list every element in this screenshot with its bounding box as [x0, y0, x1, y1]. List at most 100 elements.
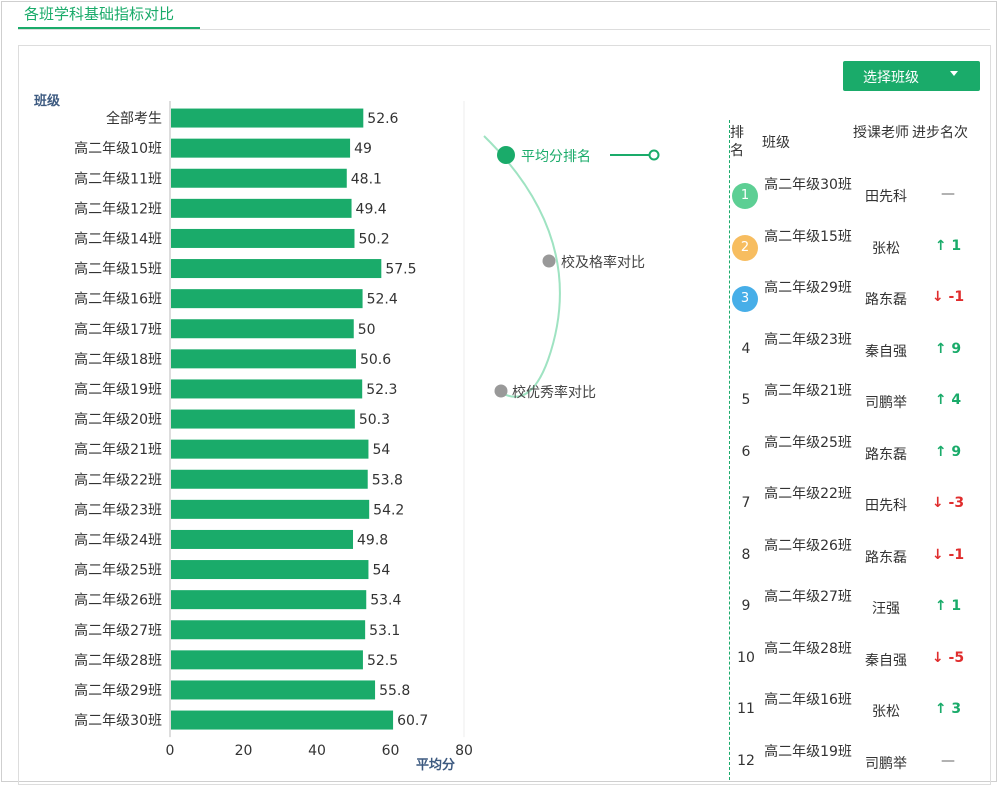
rank-number: 12 — [737, 752, 755, 769]
bar — [171, 168, 347, 188]
data-label: 54.2 — [373, 502, 404, 518]
progress-value: ↓ -1 — [918, 289, 978, 305]
teacher-name: 路东磊 — [865, 446, 907, 463]
y-tick-label: 高二年级20班 — [74, 411, 162, 428]
rank-medal: 1 — [732, 183, 758, 209]
bar — [171, 439, 369, 459]
data-label: 52.4 — [367, 292, 398, 308]
table-row[interactable]: 3 高二年级29班 路东磊 ↓ -1 — [728, 273, 990, 325]
teacher-name: 张松 — [872, 240, 900, 257]
y-tick-label: 高二年级22班 — [74, 471, 162, 488]
arrow-up-icon: ↑ — [934, 340, 952, 357]
table-row[interactable]: 1 高二年级30班 田先科 — — [728, 170, 990, 222]
arrow-down-icon: ↓ — [931, 495, 949, 511]
class-name: 高二年级29班 — [764, 280, 852, 296]
progress-value: ↓ -3 — [918, 495, 978, 511]
timeline-item-excellent-rate[interactable]: 校优秀率对比 — [512, 382, 596, 402]
rank-number: 9 — [741, 598, 751, 614]
data-label: 48.1 — [351, 171, 382, 187]
y-tick-label: 高二年级28班 — [74, 652, 162, 669]
y-tick-label: 高二年级21班 — [74, 441, 162, 458]
y-tick-label: 高二年级14班 — [74, 230, 162, 247]
rank-number: 11 — [737, 701, 755, 717]
bar — [171, 620, 366, 640]
y-tick-label: 高二年级26班 — [74, 592, 162, 609]
y-tick-label: 高二年级11班 — [74, 170, 162, 187]
rank-number: 5 — [741, 392, 751, 408]
rank-number: 10 — [737, 649, 755, 666]
y-tick-label: 高二年级10班 — [74, 140, 162, 157]
y-tick-label: 高二年级27班 — [74, 622, 162, 639]
header-teacher: 授课老师 — [853, 125, 909, 141]
teacher-name: 田先科 — [865, 498, 907, 514]
y-tick-label: 高二年级23班 — [74, 501, 162, 518]
table-row[interactable]: 6 高二年级25班 路东磊 ↑ 9 — [728, 428, 990, 480]
select-class-button[interactable]: 选择班级 — [843, 61, 980, 91]
arrow-up-icon: ↑ — [934, 701, 952, 717]
bar — [171, 138, 351, 158]
class-name: 高二年级27班 — [764, 589, 852, 605]
data-label: 50.6 — [360, 352, 391, 368]
data-label: 50 — [358, 322, 376, 338]
table-row[interactable]: 10 高二年级28班 秦自强 ↓ -5 — [728, 634, 990, 686]
bar — [171, 349, 356, 369]
data-label: 54 — [372, 563, 390, 579]
teacher-name: 汪强 — [872, 601, 900, 617]
chevron-down-icon — [950, 71, 958, 76]
arrow-up-icon: ↑ — [934, 392, 952, 408]
bar — [171, 259, 382, 279]
table-row[interactable]: 8 高二年级26班 路东磊 ↓ -1 — [728, 531, 990, 583]
progress-value: ↑ 3 — [918, 701, 978, 717]
bar — [171, 379, 363, 399]
y-tick-label: 高二年级24班 — [74, 531, 162, 548]
teacher-name: 田先科 — [865, 189, 907, 205]
progress-text: -3 — [948, 495, 965, 511]
teacher-name: 司鹏举 — [865, 395, 907, 411]
bar — [171, 499, 370, 519]
y-tick-label: 高二年级18班 — [74, 351, 162, 368]
table-row[interactable]: 4 高二年级23班 秦自强 ↑ 9 — [728, 325, 990, 377]
bar-chart: 全部考生 52.6 高二年级10班 49 高二年级11班 48.1 高二年级12班 49.4 高… — [74, 101, 473, 759]
progress-text: 1 — [951, 237, 962, 254]
y-tick-label: 全部考生 — [106, 110, 162, 127]
data-label: 52.6 — [367, 111, 398, 127]
table-row[interactable]: 2 高二年级15班 张松 ↑ 1 — [728, 222, 990, 274]
class-name: 高二年级21班 — [764, 383, 852, 399]
rank-medal: 2 — [732, 234, 758, 261]
header-class: 班级 — [762, 135, 790, 151]
progress-value: — — [918, 753, 978, 769]
class-name: 高二年级22班 — [764, 486, 852, 502]
timeline-item-pass-rate[interactable]: 校及格率对比 — [561, 252, 645, 272]
table-row[interactable]: 5 高二年级21班 司鹏举 ↑ 4 — [728, 376, 990, 428]
table-row[interactable]: 11 高二年级16班 张松 ↑ 3 — [728, 685, 990, 737]
bar — [171, 529, 354, 549]
timeline-item-avg-rank[interactable]: 平均分排名 — [521, 146, 591, 166]
y-tick-label: 高二年级29班 — [74, 682, 162, 699]
teacher-name: 秦自强 — [865, 652, 907, 669]
class-name: 高二年级23班 — [764, 331, 852, 348]
progress-text: 3 — [951, 701, 962, 717]
bar — [171, 469, 368, 489]
data-label: 55.8 — [379, 683, 410, 699]
data-label: 52.3 — [366, 382, 397, 398]
data-label: 49.8 — [357, 532, 388, 548]
class-name: 高二年级15班 — [764, 228, 852, 245]
progress-value: ↑ 4 — [918, 392, 978, 408]
teacher-name: 司鹏举 — [865, 755, 907, 772]
class-name: 高二年级25班 — [764, 434, 852, 451]
bar — [171, 710, 394, 730]
data-label: 57.5 — [385, 262, 416, 278]
data-label: 50.3 — [359, 412, 390, 428]
x-tick-label: 60 — [382, 743, 400, 759]
bar — [171, 289, 363, 309]
y-tick-label: 高二年级15班 — [74, 261, 162, 278]
table-row[interactable]: 12 高二年级19班 司鹏举 — — [728, 737, 990, 789]
progress-value: ↑ 9 — [918, 341, 978, 357]
table-row[interactable]: 7 高二年级22班 田先科 ↓ -3 — [728, 479, 990, 531]
rank-number: 8 — [741, 546, 751, 563]
table-row[interactable]: 9 高二年级27班 汪强 ↑ 1 — [728, 582, 990, 634]
arrow-down-icon: ↓ — [931, 289, 949, 305]
bar — [171, 680, 376, 700]
progress-value: ↓ -5 — [918, 650, 978, 666]
bar — [171, 650, 363, 670]
